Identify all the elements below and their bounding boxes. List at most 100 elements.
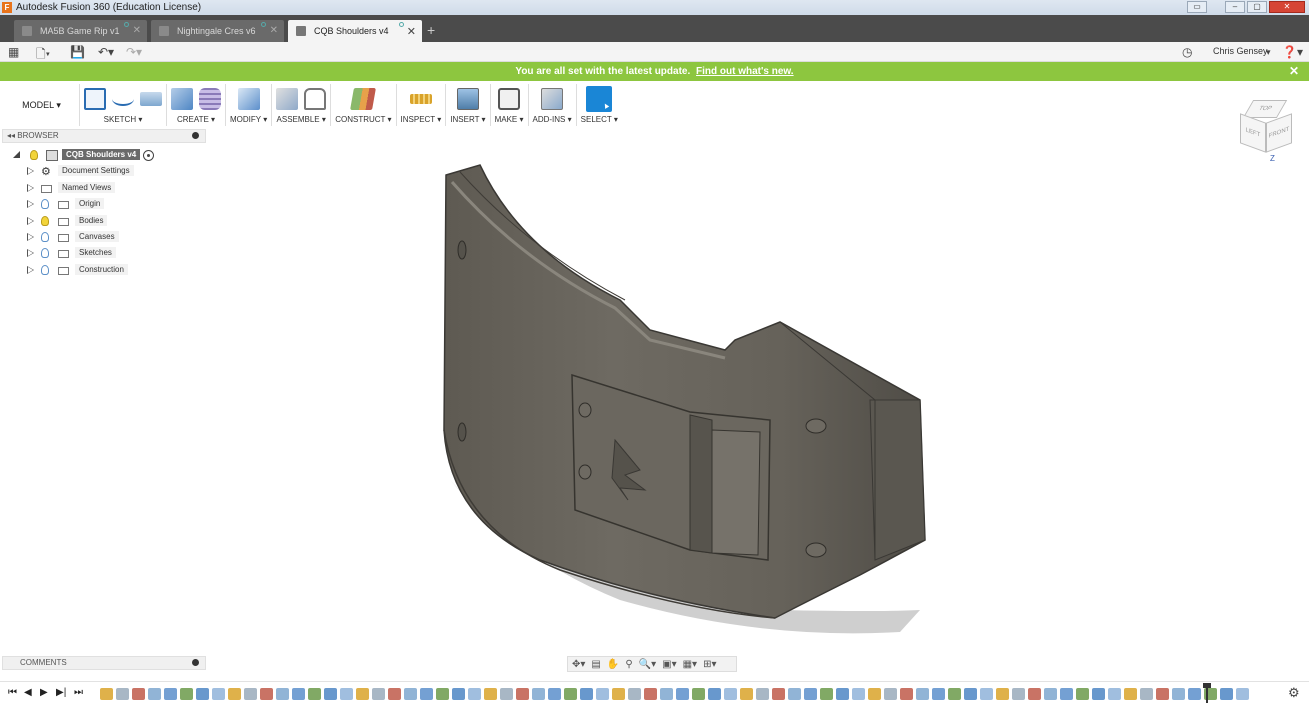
3d-viewport[interactable] xyxy=(210,130,1309,655)
fit-zoom-icon[interactable]: 🔍▾ xyxy=(639,659,656,670)
timeline-feature-icon[interactable] xyxy=(1220,688,1233,700)
visibility-bulb-icon[interactable] xyxy=(41,199,49,210)
close-tab-icon[interactable]: ✕ xyxy=(133,25,141,36)
press-pull-icon[interactable] xyxy=(237,88,260,110)
orbit-icon[interactable]: ✥▾ xyxy=(572,659,585,670)
workspace-switcher[interactable]: MODEL ▾ xyxy=(4,84,80,126)
undo-icon[interactable]: ↶▾ xyxy=(98,45,114,59)
timeline-feature-icon[interactable] xyxy=(628,688,641,700)
sketch-menu[interactable]: SKETCH ▾ xyxy=(104,115,143,124)
expand-arrow-icon[interactable] xyxy=(27,249,34,258)
timeline-feature-icon[interactable] xyxy=(292,688,305,700)
create-form-icon[interactable] xyxy=(199,88,221,110)
timeline-feature-icon[interactable] xyxy=(900,688,913,700)
timeline-feature-icon[interactable] xyxy=(132,688,145,700)
insert-menu[interactable]: INSERT ▾ xyxy=(450,115,485,124)
timeline-feature-icon[interactable] xyxy=(548,688,561,700)
timeline-feature-icon[interactable] xyxy=(676,688,689,700)
timeline-feature-icon[interactable] xyxy=(804,688,817,700)
timeline-feature-icon[interactable] xyxy=(836,688,849,700)
timeline-feature-icon[interactable] xyxy=(1044,688,1057,700)
timeline-feature-icon[interactable] xyxy=(1012,688,1025,700)
insert-canvas-icon[interactable] xyxy=(456,88,479,110)
rectangle-icon[interactable] xyxy=(140,92,162,106)
timeline-feature-icon[interactable] xyxy=(436,688,449,700)
model-canvas[interactable] xyxy=(210,130,1309,655)
pin-panel-icon[interactable] xyxy=(192,132,199,139)
timeline-marker-handle[interactable] xyxy=(1203,683,1212,703)
tree-item-origin[interactable]: Origin xyxy=(0,197,210,213)
timeline-feature-icon[interactable] xyxy=(1028,688,1041,700)
timeline-feature-icon[interactable] xyxy=(164,688,177,700)
expand-arrow-icon[interactable] xyxy=(27,232,34,241)
timeline-feature-icon[interactable] xyxy=(196,688,209,700)
timeline-feature-icon[interactable] xyxy=(388,688,401,700)
save-icon[interactable]: 💾 xyxy=(70,45,85,59)
shoulder-pad-body[interactable] xyxy=(443,164,926,619)
timeline-feature-icon[interactable] xyxy=(772,688,785,700)
scripts-addins-icon[interactable] xyxy=(541,88,564,110)
measure-icon[interactable] xyxy=(409,94,432,104)
timeline-feature-icon[interactable] xyxy=(1076,688,1089,700)
timeline-feature-icon[interactable] xyxy=(996,688,1009,700)
pan-icon[interactable]: ✋ xyxy=(607,659,619,670)
timeline-play-button[interactable]: ▶ xyxy=(40,687,48,698)
timeline-feature-icon[interactable] xyxy=(740,688,753,700)
timeline-feature-icon[interactable] xyxy=(260,688,273,700)
timeline-feature-icon[interactable] xyxy=(484,688,497,700)
tab-cqb-shoulders[interactable]: CQB Shoulders v4 ✕ xyxy=(288,20,422,42)
timeline-feature-icon[interactable] xyxy=(100,688,113,700)
timeline-feature-icon[interactable] xyxy=(244,688,257,700)
job-status-clock-icon[interactable]: ◷ xyxy=(1182,45,1192,59)
timeline-feature-icon[interactable] xyxy=(1188,688,1201,700)
timeline-feature-icon[interactable] xyxy=(644,688,657,700)
timeline-feature-icon[interactable] xyxy=(276,688,289,700)
viewports-icon[interactable]: ⊞▾ xyxy=(703,659,716,670)
tree-root[interactable]: CQB Shoulders v4 xyxy=(0,148,210,164)
assemble-menu[interactable]: ASSEMBLE ▾ xyxy=(277,115,326,124)
timeline-feature-icon[interactable] xyxy=(372,688,385,700)
viewcube-left-face[interactable]: LEFT xyxy=(1240,113,1266,153)
timeline-feature-icon[interactable] xyxy=(180,688,193,700)
pin-comments-icon[interactable] xyxy=(192,659,199,666)
close-banner-icon[interactable]: ✕ xyxy=(1289,62,1299,81)
timeline-feature-icon[interactable] xyxy=(228,688,241,700)
timeline-feature-icon[interactable] xyxy=(724,688,737,700)
timeline-feature-icon[interactable] xyxy=(340,688,353,700)
timeline-feature-icon[interactable] xyxy=(964,688,977,700)
expand-arrow-icon[interactable] xyxy=(27,265,34,274)
inspect-menu[interactable]: INSPECT ▾ xyxy=(401,115,442,124)
help-icon[interactable]: ❓▾ xyxy=(1282,45,1303,59)
zoom-icon[interactable]: ⚲ xyxy=(625,659,632,670)
redo-icon[interactable]: ↷▾ xyxy=(126,45,142,59)
timeline-feature-icon[interactable] xyxy=(324,688,337,700)
timeline-feature-icon[interactable] xyxy=(148,688,161,700)
offset-plane-icon[interactable] xyxy=(350,88,377,110)
close-window-button[interactable]: ✕ xyxy=(1269,1,1305,13)
tree-item-bodies[interactable]: Bodies xyxy=(0,214,210,230)
timeline-feature-icon[interactable] xyxy=(1156,688,1169,700)
visibility-bulb-icon[interactable] xyxy=(41,264,49,275)
timeline-feature-icon[interactable] xyxy=(884,688,897,700)
grid-settings-icon[interactable]: ▦▾ xyxy=(683,659,697,670)
timeline-start-button[interactable]: ⏮ xyxy=(8,687,17,698)
create-menu[interactable]: CREATE ▾ xyxy=(177,115,215,124)
tab-nightingale-cres[interactable]: Nightingale Cres v6 ✕ xyxy=(151,20,284,42)
select-menu[interactable]: SELECT ▾ xyxy=(581,115,618,124)
tree-item-canvases[interactable]: Canvases xyxy=(0,230,210,246)
timeline-next-button[interactable]: ▶| xyxy=(56,687,66,698)
timeline-feature-icon[interactable] xyxy=(708,688,721,700)
timeline-feature-icon[interactable] xyxy=(452,688,465,700)
tree-item-named-views[interactable]: Named Views xyxy=(0,181,210,197)
addins-menu[interactable]: ADD-INS ▾ xyxy=(533,115,572,124)
minimize-button[interactable]: ‒ xyxy=(1225,1,1245,13)
make-menu[interactable]: MAKE ▾ xyxy=(495,115,524,124)
timeline-feature-icon[interactable] xyxy=(692,688,705,700)
timeline-feature-icon[interactable] xyxy=(532,688,545,700)
timeline-feature-icon[interactable] xyxy=(932,688,945,700)
timeline-settings-gear-icon[interactable]: ⚙ xyxy=(1288,685,1300,701)
close-tab-icon[interactable]: ✕ xyxy=(407,25,416,38)
create-sketch-icon[interactable] xyxy=(84,88,106,110)
timeline-feature-icon[interactable] xyxy=(756,688,769,700)
visibility-bulb-icon[interactable] xyxy=(30,150,38,160)
